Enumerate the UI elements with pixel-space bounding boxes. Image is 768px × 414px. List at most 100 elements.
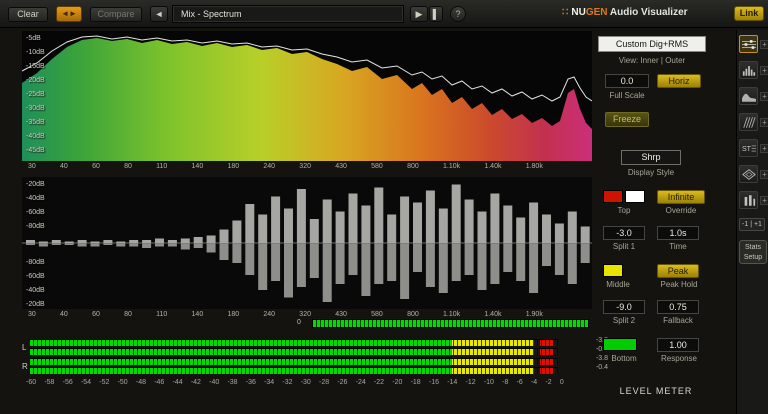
tool-sliders[interactable] (739, 35, 759, 53)
levels-icon (742, 194, 756, 206)
tool-stereo[interactable]: ST (739, 139, 759, 157)
tool-spectrogram[interactable] (739, 113, 759, 131)
compare-button[interactable]: Compare (90, 7, 142, 22)
help-button[interactable]: ? (450, 6, 466, 22)
tool-vectorscope-add-button[interactable]: + (760, 169, 768, 179)
scale-label: -30 (300, 379, 311, 386)
previous-preset-button[interactable]: ◄ (150, 6, 168, 22)
clear-button[interactable]: Clear (8, 7, 48, 22)
meter-bar (30, 348, 558, 355)
scale-label: -42 (190, 379, 201, 386)
scale-label: -8 (502, 379, 509, 386)
y-axis-label: -60dB (26, 209, 45, 216)
meter-peak-block (539, 359, 554, 365)
scale-label: -24 (355, 379, 366, 386)
scale-label: -28 (319, 379, 330, 386)
brand-rest: Audio Visualizer (607, 7, 688, 18)
scale-label: -14 (447, 379, 458, 386)
tool-sliders-add-button[interactable]: + (760, 39, 768, 49)
fallback-label: Fallback (663, 316, 693, 325)
infinite-button[interactable]: Infinite (657, 190, 705, 204)
freq-label: 180 (227, 163, 240, 170)
response-value[interactable]: 1.00 (657, 338, 699, 352)
range-bar-display[interactable]: -20dB -40dB -60dB -80dB -80dB -60dB -40dB -20d… (22, 177, 592, 309)
time-label: Time (669, 242, 687, 251)
bottom-color-swatch[interactable] (603, 338, 637, 351)
spectrum-display[interactable]: -5dB -10dB -15dB -20dB -25dB -30dB -35dB -40dB -… (22, 31, 592, 161)
freq-label: 1.80k (525, 163, 543, 170)
y-axis-label: -40dB (26, 133, 45, 140)
view-tool-strip: + + + + ST + + + -1 | +1 Stats Setup (736, 30, 768, 414)
tool-stereo-row: ST + (739, 138, 768, 158)
history-meter-fill (313, 320, 588, 327)
meter-mode-select[interactable]: Custom Dig+RMS (598, 36, 706, 52)
freq-label: 30 (28, 311, 36, 318)
tool-stereo-add-button[interactable]: + (760, 143, 768, 153)
split1-value[interactable]: -3.0 (603, 226, 645, 240)
brand-gen: GEN (585, 7, 608, 18)
spectrum-x-axis: 30 40 60 80 110 140 180 240 320 430 580 800 1.10k 1.4… (28, 163, 543, 172)
tool-spectrogram-add-button[interactable]: + (760, 117, 768, 127)
y-axis-label: -45dB (26, 147, 45, 154)
play-button[interactable]: ▶ (410, 6, 428, 22)
tool-spectrum[interactable] (739, 87, 759, 105)
y-axis-label: -40dB (26, 195, 45, 202)
freq-label: 30 (28, 163, 36, 170)
scale-label: -54 (80, 379, 92, 386)
tool-levels-row: + (739, 190, 768, 210)
tool-levels[interactable] (739, 191, 759, 209)
peak-hold-label: Peak Hold (660, 280, 698, 289)
scale-label: -60 (26, 379, 37, 386)
meter-bar (30, 358, 558, 365)
horiz-button[interactable]: Horiz (657, 74, 701, 88)
pause-button[interactable]: ▌ (429, 6, 443, 22)
scale-label: -22 (373, 379, 385, 386)
link-button[interactable]: Link (734, 6, 764, 21)
split2-value[interactable]: -9.0 (603, 300, 645, 314)
middle-label: Middle (606, 280, 630, 289)
tool-spectrum-add-button[interactable]: + (760, 91, 768, 101)
scale-label: -10 (483, 379, 494, 386)
scale-label: -44 (172, 379, 183, 386)
scale-label: -56 (62, 379, 73, 386)
stats-label-line1: Stats (745, 244, 761, 251)
sliders-icon (741, 39, 756, 50)
channel-left-label: L (22, 343, 27, 352)
y-axis-label: -5dB (26, 35, 41, 42)
fallback-value[interactable]: 0.75 (657, 300, 699, 314)
scale-label: -58 (44, 379, 55, 386)
bottom-label: Bottom (611, 354, 637, 363)
meter-green-zone (30, 340, 453, 346)
override-label: Override (665, 206, 697, 215)
time-value[interactable]: 1.0s (657, 226, 699, 240)
history-meter[interactable] (312, 319, 589, 328)
tool-levels-add-button[interactable]: + (760, 195, 768, 205)
range-bar-graph (22, 184, 592, 302)
freeze-button[interactable]: Freeze (605, 112, 649, 127)
meter-bar (30, 367, 558, 374)
top-color-swatch-white[interactable] (625, 190, 645, 203)
toolbar: Clear ◄► Compare ◄ Mix - Spectrum ▶ ▌ ? … (0, 0, 768, 28)
display-style-select[interactable]: Shrp (621, 150, 681, 165)
full-scale-value[interactable]: 0.0 (605, 74, 649, 88)
y-axis-label: -20dB (26, 77, 45, 84)
preset-selector[interactable]: Mix - Spectrum (172, 5, 404, 23)
middle-color-swatch[interactable] (603, 264, 623, 277)
tool-spectrum-row: + (739, 86, 768, 106)
meter-scale: -60 -58 -56 -54 -52 -50 -48 -46 -44 -42 -40 -38 -36-… (26, 379, 564, 386)
stats-setup-button[interactable]: Stats Setup (739, 240, 767, 264)
top-color-swatch-red[interactable] (603, 190, 623, 203)
tool-histogram-row: + (739, 60, 768, 80)
peak-button[interactable]: Peak (657, 264, 699, 278)
tool-histogram-add-button[interactable]: + (760, 65, 768, 75)
scale-label: -52 (99, 379, 110, 386)
minus-plus-button[interactable]: -1 | +1 (739, 218, 765, 231)
view-inner-outer-toggle[interactable]: View: Inner | Outer (595, 56, 709, 65)
scale-label: -46 (154, 379, 165, 386)
swap-button[interactable]: ◄► (56, 6, 82, 22)
tool-vectorscope[interactable] (739, 165, 759, 183)
level-meters (30, 339, 558, 377)
mini-meter-zero-label: 0 (297, 319, 301, 326)
tool-histogram[interactable] (739, 61, 759, 79)
scale-label: -12 (465, 379, 476, 386)
